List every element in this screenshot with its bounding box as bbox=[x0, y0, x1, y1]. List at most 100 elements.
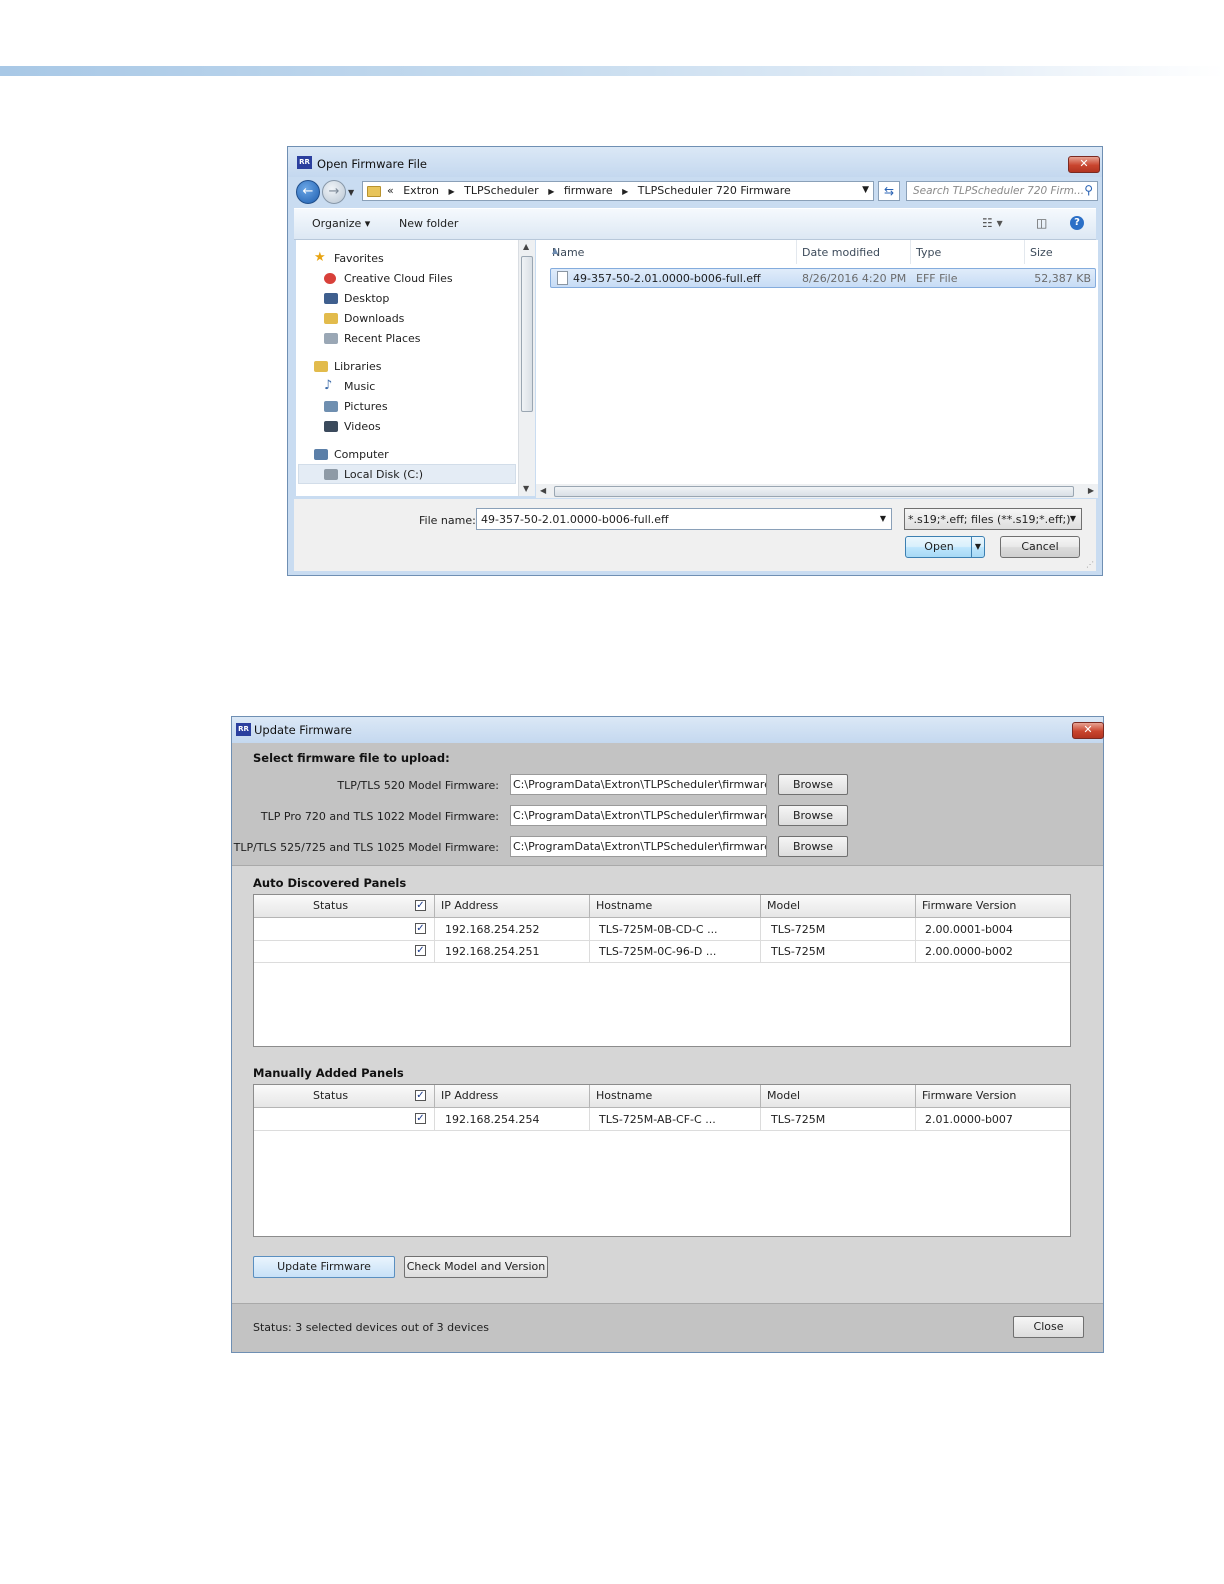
local-disk-icon bbox=[324, 469, 338, 480]
help-icon[interactable]: ? bbox=[1070, 216, 1084, 230]
open-button[interactable]: Open ▼ bbox=[905, 536, 985, 558]
auto-discovered-heading: Auto Discovered Panels bbox=[253, 876, 407, 890]
file-selection-area: File name: 49-357-50-2.01.0000-b006-full… bbox=[294, 499, 1096, 571]
row-checkbox[interactable]: ✓ bbox=[415, 923, 426, 934]
select-all-checkbox[interactable]: ✓ bbox=[415, 1090, 426, 1101]
recent-pages-dropdown-icon[interactable]: ▼ bbox=[348, 188, 354, 197]
scroll-right-icon[interactable]: ▶ bbox=[1088, 486, 1094, 495]
row-checkbox[interactable]: ✓ bbox=[415, 1113, 426, 1124]
chevron-right-icon[interactable]: ▶ bbox=[449, 187, 455, 196]
status-text: Status: 3 selected devices out of 3 devi… bbox=[253, 1321, 490, 1334]
breadcrumb-current-folder[interactable]: TLPScheduler 720 Firmware bbox=[638, 184, 791, 197]
scrollbar-thumb[interactable] bbox=[521, 256, 533, 412]
desktop-icon bbox=[324, 293, 338, 304]
column-label: Status bbox=[313, 1089, 349, 1102]
nav-label: Desktop bbox=[344, 292, 390, 305]
file-list-horizontal-scrollbar[interactable]: ◀ ▶ bbox=[536, 484, 1098, 498]
forward-arrow-icon[interactable]: → bbox=[322, 180, 346, 204]
close-icon[interactable]: ✕ bbox=[1072, 722, 1104, 739]
browse-520-button[interactable]: Browse bbox=[778, 774, 848, 795]
recent-places-icon bbox=[324, 333, 338, 344]
table-header: Status ✓ IP Address Hostname Model Firmw… bbox=[254, 895, 1070, 918]
column-header-ip-address[interactable]: IP Address bbox=[435, 895, 590, 917]
chevron-right-icon[interactable]: ▶ bbox=[622, 187, 628, 196]
update-firmware-button[interactable]: Update Firmware bbox=[253, 1256, 395, 1278]
scroll-left-icon[interactable]: ◀ bbox=[540, 486, 546, 495]
file-type: EFF File bbox=[916, 272, 958, 285]
chevron-down-icon[interactable]: ▼ bbox=[1070, 514, 1076, 523]
breadcrumb-prefix[interactable]: « bbox=[387, 184, 394, 197]
column-header-model[interactable]: Model bbox=[761, 895, 916, 917]
firmware-version-cell: 2.00.0001-b004 bbox=[925, 923, 1013, 936]
column-header-hostname[interactable]: Hostname bbox=[590, 895, 761, 917]
row-checkbox[interactable]: ✓ bbox=[415, 945, 426, 956]
column-header-type[interactable]: Type bbox=[910, 240, 1025, 264]
file-name-label: File name: bbox=[419, 514, 476, 527]
breadcrumb-firmware[interactable]: firmware bbox=[564, 184, 613, 197]
back-arrow-icon[interactable]: ← bbox=[296, 180, 320, 204]
page-header-bar bbox=[0, 66, 1224, 76]
firmware-label-525-725-1025: TLP/TLS 525/725 and TLS 1025 Model Firmw… bbox=[233, 841, 499, 854]
navigation-bar: ← → ▼ « Extron ▶ TLPScheduler ▶ firmware… bbox=[294, 178, 1098, 204]
cancel-button[interactable]: Cancel bbox=[1000, 536, 1080, 558]
navigation-pane: ★ Favorites Creative Cloud Files Desktop… bbox=[296, 240, 518, 496]
nav-label: Favorites bbox=[334, 252, 384, 265]
organize-menu-button[interactable]: Organize ▾ bbox=[312, 217, 370, 230]
close-button[interactable]: Close bbox=[1013, 1316, 1084, 1338]
column-header-date-modified[interactable]: Date modified bbox=[796, 240, 911, 264]
check-model-version-button[interactable]: Check Model and Version bbox=[404, 1256, 548, 1278]
open-button-label: Open bbox=[924, 540, 954, 553]
file-name-input[interactable]: 49-357-50-2.01.0000-b006-full.eff ▼ bbox=[476, 508, 892, 530]
update-firmware-dialog: RR Update Firmware ✕ Select firmware fil… bbox=[231, 716, 1104, 1353]
column-header-status[interactable]: Status ✓ bbox=[254, 895, 435, 917]
browse-525-725-1025-button[interactable]: Browse bbox=[778, 836, 848, 857]
star-icon: ★ bbox=[314, 250, 326, 265]
column-label: Model bbox=[767, 899, 801, 912]
search-input[interactable]: Search TLPScheduler 720 Firm... ⚲ bbox=[906, 181, 1098, 201]
column-label: Hostname bbox=[596, 899, 653, 912]
column-header-model[interactable]: Model bbox=[761, 1085, 916, 1107]
ip-address-cell: 192.168.254.254 bbox=[445, 1113, 540, 1126]
browse-720-1022-button[interactable]: Browse bbox=[778, 805, 848, 826]
chevron-down-icon[interactable]: ▼ bbox=[971, 537, 984, 557]
refresh-icon[interactable]: ⇆ bbox=[878, 181, 900, 201]
close-icon[interactable]: ✕ bbox=[1068, 156, 1100, 173]
table-row[interactable]: ✓ 192.168.254.252 TLS-725M-0B-CD-C ... T… bbox=[254, 918, 1070, 941]
app-icon: RR bbox=[297, 156, 312, 169]
table-row[interactable]: ✓ 192.168.254.251 TLS-725M-0C-96-D ... T… bbox=[254, 940, 1070, 963]
resize-grip-icon[interactable]: ⋰ bbox=[1086, 560, 1094, 569]
firmware-path-525-725-1025-input[interactable]: C:\ProgramData\Extron\TLPScheduler\firmw… bbox=[510, 836, 767, 857]
select-all-checkbox[interactable]: ✓ bbox=[415, 900, 426, 911]
downloads-folder-icon bbox=[324, 313, 338, 324]
column-header-ip-address[interactable]: IP Address bbox=[435, 1085, 590, 1107]
scroll-up-icon[interactable]: ▲ bbox=[523, 242, 529, 251]
firmware-path-520-input[interactable]: C:\ProgramData\Extron\TLPScheduler\firmw… bbox=[510, 774, 767, 795]
column-header-status[interactable]: Status ✓ bbox=[254, 1085, 435, 1107]
preview-pane-icon[interactable]: ◫ bbox=[1036, 216, 1047, 230]
navigation-scrollbar[interactable]: ▲ ▼ bbox=[518, 240, 535, 496]
chevron-right-icon[interactable]: ▶ bbox=[548, 187, 554, 196]
change-view-icon[interactable]: ☷ ▾ bbox=[982, 216, 1003, 230]
file-row-selected[interactable]: 49-357-50-2.01.0000-b006-full.eff 8/26/2… bbox=[550, 268, 1096, 288]
new-folder-button[interactable]: New folder bbox=[399, 217, 458, 230]
scrollbar-thumb[interactable] bbox=[554, 486, 1074, 497]
chevron-down-icon[interactable]: ▼ bbox=[862, 185, 869, 195]
breadcrumb-tlpscheduler[interactable]: TLPScheduler bbox=[464, 184, 539, 197]
nav-label: Computer bbox=[334, 448, 389, 461]
column-header-firmware-version[interactable]: Firmware Version bbox=[916, 895, 1070, 917]
column-header-name[interactable]: Name ▲ bbox=[536, 240, 797, 264]
title-bar: RR Open Firmware File ✕ bbox=[288, 147, 1102, 177]
column-header-size[interactable]: Size bbox=[1024, 240, 1098, 264]
status-bar: Status: 3 selected devices out of 3 devi… bbox=[232, 1303, 1103, 1352]
file-type-filter-select[interactable]: *.s19;*.eff; files (**.s19;*.eff;) ▼ bbox=[904, 508, 1082, 530]
file-name-value: 49-357-50-2.01.0000-b006-full.eff bbox=[481, 513, 669, 526]
column-header-firmware-version[interactable]: Firmware Version bbox=[916, 1085, 1070, 1107]
breadcrumb-extron[interactable]: Extron bbox=[403, 184, 439, 197]
table-row[interactable]: ✓ 192.168.254.254 TLS-725M-AB-CF-C ... T… bbox=[254, 1108, 1070, 1131]
column-header-hostname[interactable]: Hostname bbox=[590, 1085, 761, 1107]
address-bar[interactable]: « Extron ▶ TLPScheduler ▶ firmware ▶ TLP… bbox=[362, 181, 874, 201]
chevron-down-icon[interactable]: ▼ bbox=[880, 514, 886, 523]
search-icon[interactable]: ⚲ bbox=[1084, 183, 1093, 197]
scroll-down-icon[interactable]: ▼ bbox=[523, 484, 529, 493]
firmware-path-720-1022-input[interactable]: C:\ProgramData\Extron\TLPScheduler\firmw… bbox=[510, 805, 767, 826]
